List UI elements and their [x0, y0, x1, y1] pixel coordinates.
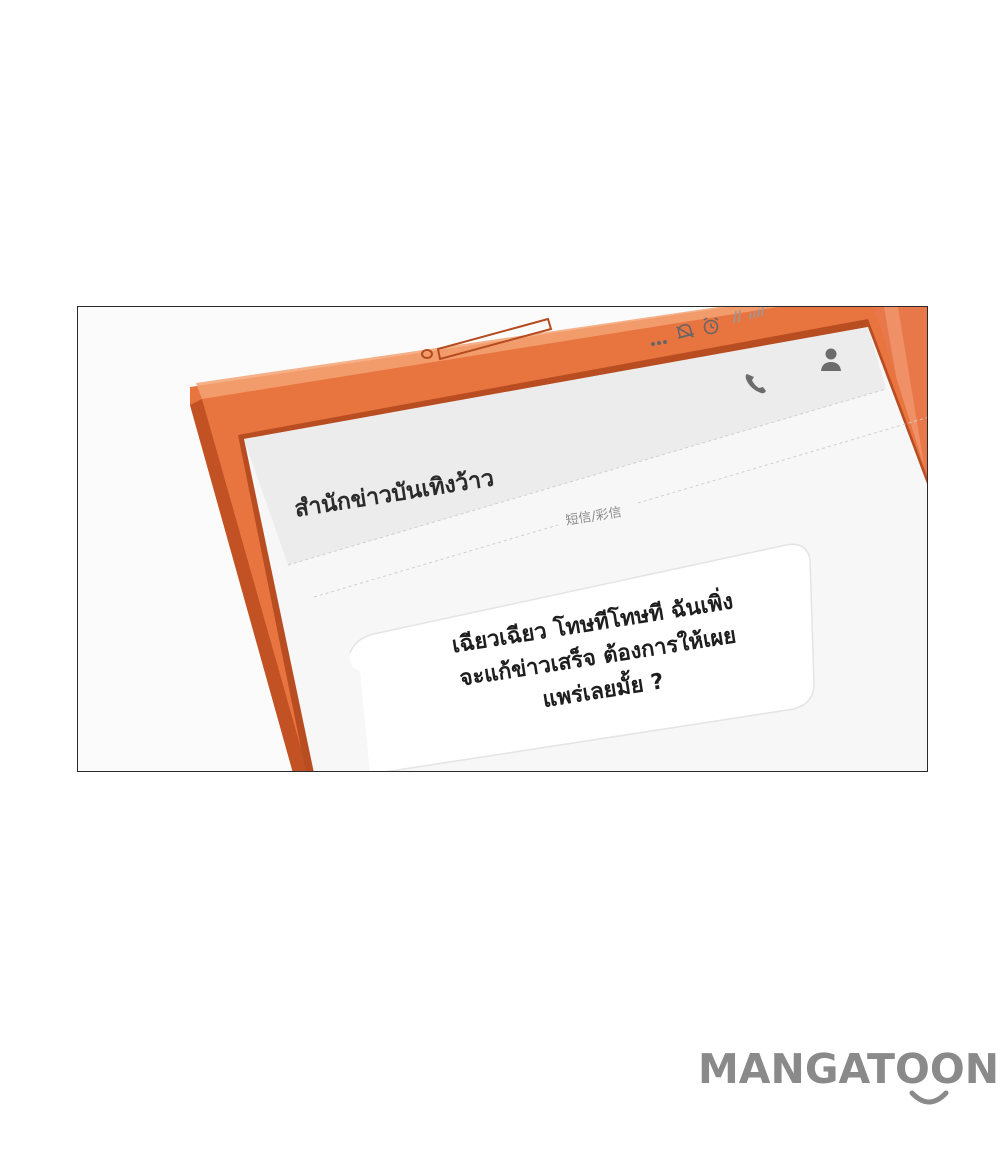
message-text: เฉียวเฉียว โทษทีโทษที ฉันเพิ่ง จะแก้ข่าว… [402, 578, 793, 738]
contact-name: สำนักข่าวบันเทิงว้าว [292, 465, 496, 523]
smile-icon [909, 1090, 949, 1105]
watermark-logo: MANGATOON [698, 1045, 1000, 1115]
watermark-text: MANGATOON [698, 1045, 1000, 1093]
channel-label: 短信/彩信 [564, 505, 623, 529]
comic-panel: สำนักข่าวบันเทิงว้าว 短信/彩信 เฉียวเฉียว โท… [77, 306, 928, 772]
